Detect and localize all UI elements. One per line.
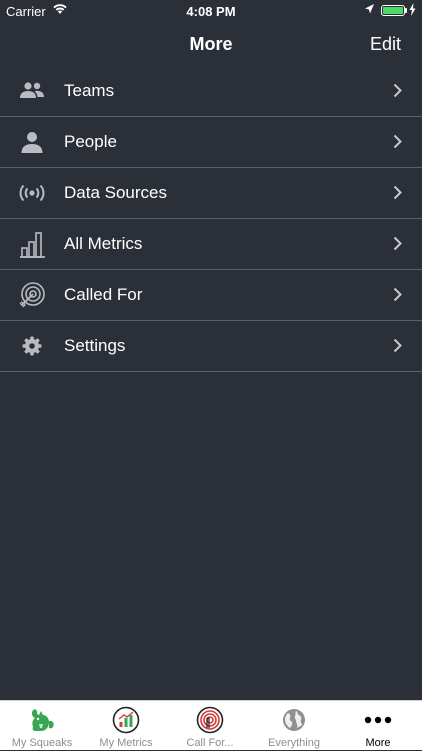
tab-label: My Squeaks xyxy=(11,737,73,749)
broadcast-icon xyxy=(18,180,46,206)
people-group-icon xyxy=(18,78,46,104)
gear-icon xyxy=(18,333,46,359)
tab-label: More xyxy=(365,737,391,749)
more-dots-icon xyxy=(336,707,420,733)
chevron-right-icon xyxy=(393,134,402,154)
bar-chart-icon xyxy=(18,231,46,258)
navigation-bar: More Edit xyxy=(0,22,422,66)
menu-item-all-metrics[interactable]: All Metrics xyxy=(0,219,422,270)
menu-item-label: Settings xyxy=(64,336,126,355)
person-icon xyxy=(18,129,46,155)
tab-call-for[interactable]: Call For... xyxy=(168,701,252,751)
page-title: More xyxy=(189,34,233,54)
chevron-right-icon xyxy=(393,338,402,358)
battery-icon xyxy=(381,5,405,16)
menu-item-label: Called For xyxy=(64,285,143,304)
chevron-right-icon xyxy=(393,83,402,103)
tab-my-squeaks[interactable]: My Squeaks xyxy=(0,701,84,751)
squirrel-icon xyxy=(0,707,84,733)
tab-more[interactable]: More xyxy=(336,701,420,751)
tab-bar: My Squeaks My Metrics Call For... Everyt… xyxy=(0,700,422,750)
target-tab-icon xyxy=(168,706,252,734)
battery-level xyxy=(383,7,403,14)
chevron-right-icon xyxy=(393,236,402,256)
chevron-right-icon xyxy=(393,287,402,307)
target-icon xyxy=(18,282,46,308)
edit-button[interactable]: Edit xyxy=(370,34,401,55)
menu-item-people[interactable]: People xyxy=(0,117,422,168)
tab-label: Call For... xyxy=(186,737,234,749)
status-time: 4:08 PM xyxy=(186,4,236,19)
menu-item-label: All Metrics xyxy=(64,234,143,253)
menu-item-label: Data Sources xyxy=(64,183,167,202)
status-bar: Carrier 4:08 PM xyxy=(0,0,422,22)
more-menu-list: Teams People Data Sources All Metrics Ca… xyxy=(0,66,422,372)
menu-item-teams[interactable]: Teams xyxy=(0,66,422,117)
location-arrow-icon xyxy=(364,3,375,18)
menu-item-label: People xyxy=(64,132,117,151)
metrics-icon xyxy=(84,706,168,734)
menu-item-called-for[interactable]: Called For xyxy=(0,270,422,321)
tab-everything[interactable]: Everything xyxy=(252,701,336,751)
chevron-right-icon xyxy=(393,185,402,205)
tab-my-metrics[interactable]: My Metrics xyxy=(84,701,168,751)
tab-label: Everything xyxy=(268,737,320,749)
menu-item-data-sources[interactable]: Data Sources xyxy=(0,168,422,219)
battery-nub xyxy=(405,8,407,13)
globe-icon xyxy=(252,707,336,733)
menu-item-settings[interactable]: Settings xyxy=(0,321,422,372)
tab-label: My Metrics xyxy=(99,737,153,749)
charging-bolt-icon xyxy=(409,3,416,19)
menu-item-label: Teams xyxy=(64,81,115,100)
